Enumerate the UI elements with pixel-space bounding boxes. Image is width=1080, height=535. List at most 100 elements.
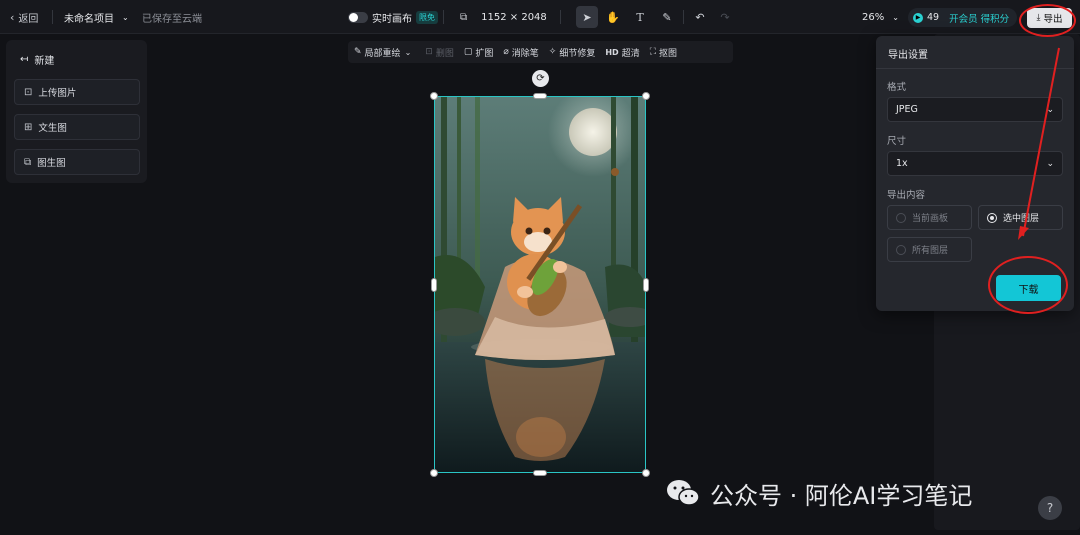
content-label: 导出内容 <box>887 190 926 201</box>
resize-handle-top-right[interactable] <box>642 92 650 100</box>
watermark-text: 公众号 · 阿伦AI学习笔记 <box>710 481 973 510</box>
watermark: 公众号 · 阿伦AI学习笔记 <box>666 476 972 510</box>
hand-icon: ✋ <box>606 10 620 24</box>
resize-handle-bottom-left[interactable] <box>430 469 438 477</box>
option-label: 当前画板 <box>912 214 949 224</box>
canvas-size: 1152 × 2048 <box>481 11 547 23</box>
detail-fix-button[interactable]: ✧ 细节修复 <box>549 46 596 59</box>
canvas-size-button[interactable]: ⧉ 1152 × 2048 <box>460 0 547 34</box>
remove-image-label: 删图 <box>435 48 454 59</box>
brush-icon: ✎ <box>662 10 672 24</box>
inpaint-label: 局部重绘 <box>364 48 401 59</box>
chevron-down-icon: ⌄ <box>404 47 412 57</box>
top-bar: ‹ 返回 未命名项目 ⌄ 已保存至云端 实时画布 限免 ⧉ 1152 × 204… <box>0 0 1080 34</box>
toggle-switch[interactable] <box>348 11 368 23</box>
expand-image-button[interactable]: ▢ 扩图 <box>464 46 494 59</box>
hand-tool[interactable]: ✋ <box>602 6 624 28</box>
coin-icon: ▶ <box>913 12 923 23</box>
expand-image-label: 扩图 <box>475 48 494 59</box>
resize-handle-bottom[interactable] <box>533 470 547 476</box>
redo-icon: ↷ <box>720 10 730 24</box>
text-to-image-button[interactable]: ⊞ 文生图 <box>14 114 140 140</box>
rotate-handle[interactable]: ⟳ <box>532 70 549 87</box>
expand-icon: ▢ <box>463 47 473 57</box>
divider <box>560 10 561 24</box>
divider <box>52 10 53 24</box>
select-tool[interactable]: ➤ <box>576 6 598 28</box>
resize-handle-right[interactable] <box>643 278 649 292</box>
hd-icon: HD <box>605 47 619 57</box>
wechat-icon <box>666 478 700 508</box>
radio-button[interactable] <box>896 244 906 255</box>
help-button[interactable]: ? <box>1038 496 1062 520</box>
sparkle-icon: ✧ <box>548 47 557 57</box>
back-label: 返回 <box>18 13 39 25</box>
cutout-label: 抠图 <box>659 48 678 59</box>
realtime-label: 实时画布 <box>372 13 412 25</box>
remove-image-icon: ⊡ <box>425 47 433 57</box>
radio-button[interactable] <box>896 212 906 223</box>
resize-handle-top[interactable] <box>533 93 547 99</box>
text-icon: T <box>636 10 644 24</box>
option-all-layers[interactable]: 所有图层 <box>887 237 972 262</box>
new-button[interactable]: ↤ 新建 <box>20 52 54 67</box>
size-value: 1x <box>896 158 908 169</box>
chevron-left-icon: ‹ <box>10 10 15 24</box>
realtime-canvas-toggle[interactable]: 实时画布 限免 <box>348 0 438 34</box>
image-to-image-icon: ⧉ <box>24 156 32 168</box>
free-badge: 限免 <box>416 10 438 24</box>
redo-button[interactable]: ↷ <box>714 6 736 28</box>
radio-button[interactable] <box>987 212 997 223</box>
image-to-image-label: 图生图 <box>37 158 66 169</box>
image-to-image-button[interactable]: ⧉ 图生图 <box>14 149 140 175</box>
size-label: 尺寸 <box>887 136 907 147</box>
brush-tool[interactable]: ✎ <box>656 6 678 28</box>
eraser-button[interactable]: ⌀ 消除笔 <box>503 46 538 59</box>
upscale-label: 超清 <box>621 48 640 59</box>
format-value: JPEG <box>896 104 918 115</box>
left-panel: ↤ 新建 ⊡ 上传图片 ⊞ 文生图 ⧉ 图生图 <box>6 40 147 183</box>
brush-icon: ✎ <box>354 47 362 57</box>
upload-image-icon: ⊡ <box>24 86 33 98</box>
annotation-circle <box>988 256 1068 314</box>
cutout-button[interactable]: ⛶ 抠图 <box>650 46 677 59</box>
save-status: 已保存至云端 <box>142 13 202 25</box>
undo-button[interactable]: ↶ <box>689 6 711 28</box>
project-name-dropdown[interactable]: 未命名项目 ⌄ <box>64 0 129 34</box>
vip-link[interactable]: 开会员 得积分 <box>949 11 1009 25</box>
divider <box>443 10 444 24</box>
upload-image-label: 上传图片 <box>38 88 77 99</box>
export-panel-title: 导出设置 <box>888 50 928 61</box>
cutout-icon: ⛶ <box>649 47 657 57</box>
remove-image-button[interactable]: ⊡ 删图 <box>425 46 454 59</box>
inpaint-button[interactable]: ✎ 局部重绘 ⌄ <box>354 46 411 59</box>
new-icon: ↤ <box>20 54 29 65</box>
resize-handle-top-left[interactable] <box>430 92 438 100</box>
chevron-down-icon: ⌄ <box>892 12 899 22</box>
cat-playing-pipa-image <box>435 97 645 472</box>
chevron-down-icon: ⌄ <box>122 12 129 22</box>
upload-image-button[interactable]: ⊡ 上传图片 <box>14 79 140 105</box>
zoom-dropdown[interactable]: 26% ⌄ <box>862 0 899 34</box>
undo-icon: ↶ <box>695 10 705 24</box>
divider <box>683 10 684 24</box>
resize-handle-left[interactable] <box>431 278 437 292</box>
back-button[interactable]: ‹ 返回 <box>10 0 38 34</box>
annotation-circle <box>1019 4 1076 37</box>
credits-badge[interactable]: ▶ 49 开会员 得积分 <box>908 8 1018 27</box>
text-to-image-label: 文生图 <box>38 123 67 134</box>
text-tool[interactable]: T <box>629 6 651 28</box>
upscale-button[interactable]: HD 超清 <box>605 46 639 59</box>
option-current-artboard[interactable]: 当前画板 <box>887 205 972 230</box>
canvas-image[interactable] <box>434 96 646 473</box>
new-label: 新建 <box>34 56 55 67</box>
resize-handle-bottom-right[interactable] <box>642 469 650 477</box>
text-to-image-icon: ⊞ <box>24 121 33 133</box>
rotate-icon: ⟳ <box>536 73 545 84</box>
project-name: 未命名项目 <box>64 13 114 25</box>
cursor-icon: ➤ <box>582 10 592 24</box>
format-label: 格式 <box>887 82 907 93</box>
zoom-level: 26% <box>862 11 885 23</box>
eraser-label: 消除笔 <box>511 48 539 59</box>
image-context-toolbar: ✎ 局部重绘 ⌄ ⊡ 删图 ▢ 扩图 ⌀ 消除笔 ✧ 细节修复 HD 超清 ⛶ … <box>348 41 733 63</box>
